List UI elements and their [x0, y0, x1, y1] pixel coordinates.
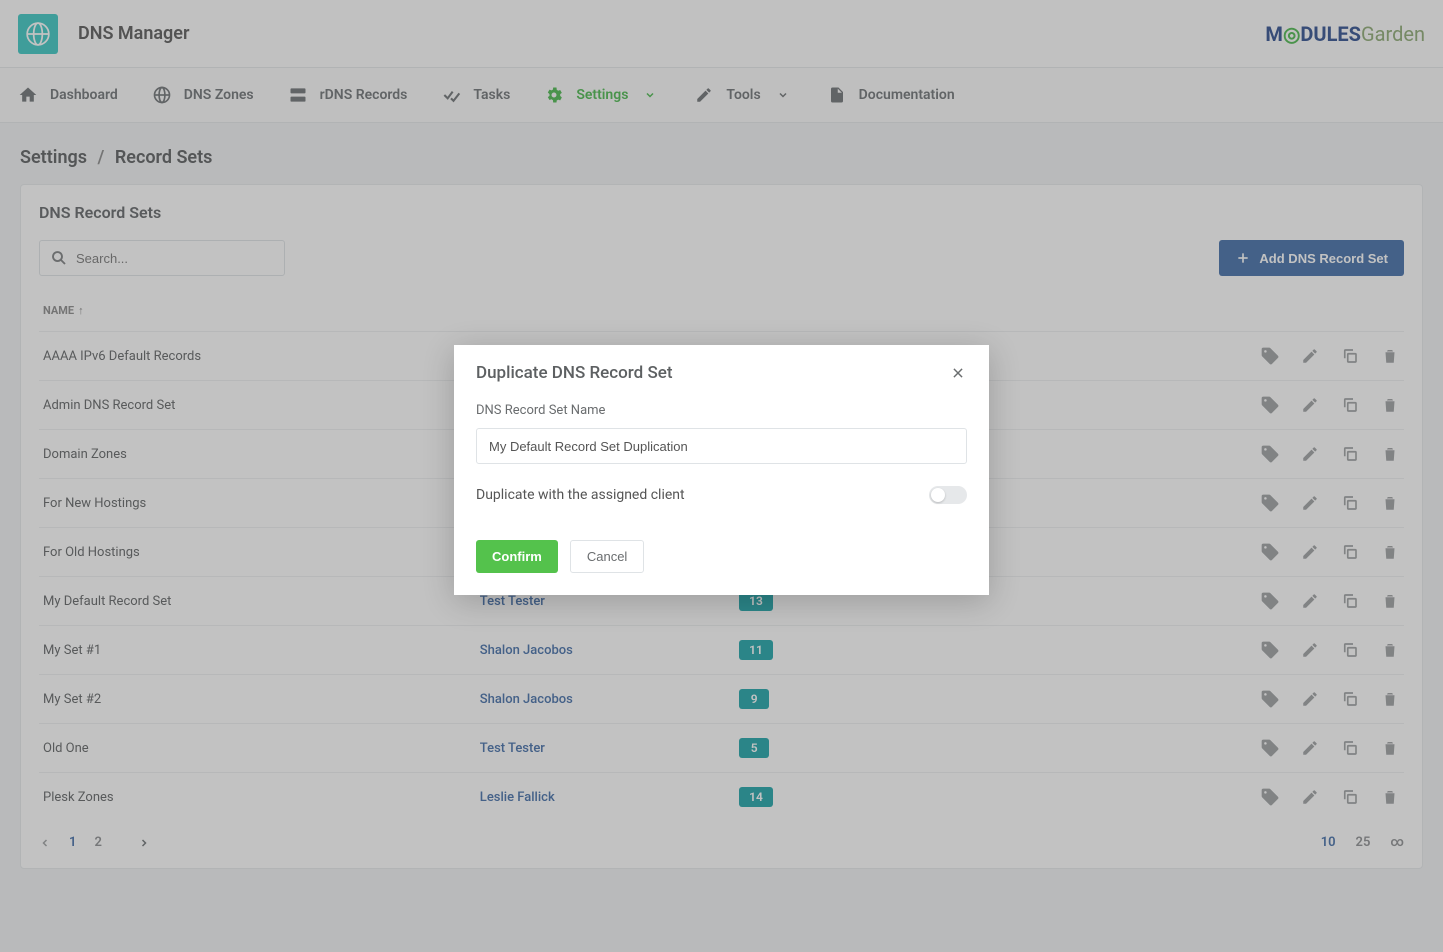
- toggle-label: Duplicate with the assigned client: [476, 487, 685, 503]
- duplicate-modal: Duplicate DNS Record Set DNS Record Set …: [454, 345, 989, 595]
- modal-header: Duplicate DNS Record Set: [454, 345, 989, 397]
- duplicate-client-toggle[interactable]: [929, 486, 967, 504]
- name-label: DNS Record Set Name: [476, 403, 967, 418]
- confirm-button[interactable]: Confirm: [476, 540, 558, 573]
- modal-overlay[interactable]: Duplicate DNS Record Set DNS Record Set …: [0, 0, 1443, 952]
- toggle-row: Duplicate with the assigned client: [476, 486, 967, 504]
- cancel-button[interactable]: Cancel: [570, 540, 644, 573]
- record-set-name-input[interactable]: [476, 428, 967, 464]
- modal-footer: Confirm Cancel: [454, 526, 989, 595]
- close-icon[interactable]: [949, 364, 967, 382]
- modal-title: Duplicate DNS Record Set: [476, 363, 673, 383]
- modal-body: DNS Record Set Name Duplicate with the a…: [454, 397, 989, 526]
